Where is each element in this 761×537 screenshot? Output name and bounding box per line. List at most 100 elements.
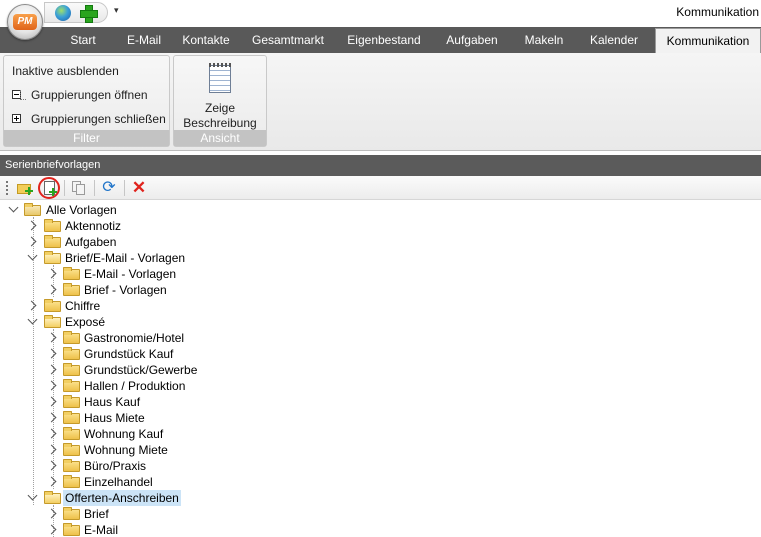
folder-icon <box>63 379 80 392</box>
folder-icon <box>63 411 80 424</box>
toolbar-separator <box>64 180 65 196</box>
window-title: Kommunikation <box>676 5 759 19</box>
tab-contacts[interactable]: Kontakte <box>174 27 238 53</box>
refresh-icon[interactable]: ⟳ <box>100 179 118 197</box>
ribbon-tab-bar: Start E-Mail Kontakte Gesamtmarkt Eigenb… <box>0 27 761 53</box>
show-description-label-line1: Zeige <box>204 101 236 115</box>
tree-toolbar: ⟳ ✕ <box>0 176 761 200</box>
ribbon: Inaktive ausblenden Gruppierungen öffnen… <box>0 53 761 151</box>
template-tree: Alle Vorlagen Aktennotiz Aufgaben Brief/… <box>0 201 761 537</box>
expand-chevron-icon[interactable] <box>8 202 19 213</box>
tree-node-label: Alle Vorlagen <box>46 203 117 217</box>
folder-icon <box>44 299 61 312</box>
customize-quick-access-chevron-icon[interactable]: ▾ <box>114 5 119 16</box>
collapse-chevron-icon[interactable] <box>46 476 57 487</box>
folder-icon <box>63 475 80 488</box>
folder-icon <box>63 443 80 456</box>
show-description-button[interactable]: Zeige Beschreibung <box>174 56 266 130</box>
close-groups-button[interactable]: Gruppierungen schließen <box>31 112 166 126</box>
tree-node-label: Hallen / Produktion <box>84 379 186 393</box>
collapse-chevron-icon[interactable] <box>46 364 57 375</box>
tree-node-label: Brief <box>84 507 109 521</box>
add-folder-button[interactable] <box>16 179 34 197</box>
collapse-chevron-icon[interactable] <box>26 300 37 311</box>
collapse-chevron-icon[interactable] <box>26 220 37 231</box>
collapse-chevron-icon[interactable] <box>46 444 57 455</box>
tab-market[interactable]: Gesamtmarkt <box>240 27 336 53</box>
tree-node-label: Chiffre <box>65 299 101 313</box>
tab-start[interactable]: Start <box>52 27 114 53</box>
folder-icon <box>63 331 80 344</box>
ribbon-group-label: Ansicht <box>174 130 266 146</box>
application-menu-button[interactable]: PM <box>7 4 43 40</box>
expand-chevron-icon[interactable] <box>27 250 38 261</box>
folder-open-icon <box>44 251 61 264</box>
collapse-chevron-icon[interactable] <box>46 508 57 519</box>
folder-icon <box>63 347 80 360</box>
hide-inactive-button[interactable]: Inaktive ausblenden <box>12 64 119 78</box>
folder-icon <box>44 235 61 248</box>
tab-email[interactable]: E-Mail <box>114 27 174 53</box>
collapse-chevron-icon[interactable] <box>46 332 57 343</box>
expand-chevron-icon[interactable] <box>27 314 38 325</box>
app-logo-icon: PM <box>13 14 37 30</box>
collapse-chevron-icon[interactable] <box>46 348 57 359</box>
panel-title: Serienbriefvorlagen <box>0 155 761 176</box>
tab-tasks[interactable]: Aufgaben <box>432 27 512 53</box>
delete-icon[interactable]: ✕ <box>130 179 148 197</box>
folder-open-icon <box>44 491 61 504</box>
folder-icon <box>44 219 61 232</box>
expand-chevron-icon[interactable] <box>27 490 38 501</box>
tree-node-label: Aktennotiz <box>65 219 122 233</box>
collapse-chevron-icon[interactable] <box>46 268 57 279</box>
collapse-all-icon <box>12 114 21 123</box>
collapse-chevron-icon[interactable] <box>46 396 57 407</box>
open-groups-button[interactable]: Gruppierungen öffnen <box>31 88 148 102</box>
tree-connector <box>33 217 34 505</box>
tree-lines-icon <box>20 90 26 100</box>
folder-icon <box>63 507 80 520</box>
folder-icon <box>63 523 80 536</box>
plus-icon <box>49 188 57 196</box>
collapse-chevron-icon[interactable] <box>46 524 57 535</box>
add-icon[interactable] <box>79 4 98 23</box>
notepad-icon <box>209 63 231 93</box>
copy-icon-back <box>76 184 85 195</box>
tree-node-label: Offerten-Anschreiben <box>63 490 181 506</box>
tab-calendar[interactable]: Kalender <box>576 27 652 53</box>
tree-node-label: Büro/Praxis <box>84 459 147 473</box>
tree-node-label: Grundstück/Gewerbe <box>84 363 198 377</box>
collapse-chevron-icon[interactable] <box>46 412 57 423</box>
ribbon-group-label: Filter <box>4 130 169 146</box>
copy-button[interactable] <box>70 179 88 197</box>
collapse-chevron-icon[interactable] <box>46 380 57 391</box>
tree-node-label: Exposé <box>65 315 106 329</box>
tree-node-label: Wohnung Miete <box>84 443 168 457</box>
tab-own-stock[interactable]: Eigenbestand <box>338 27 430 53</box>
tree-node-label: Gastronomie/Hotel <box>84 331 185 345</box>
toolbar-grip[interactable] <box>6 181 8 195</box>
tree-node-label: Haus Miete <box>84 411 145 425</box>
collapse-chevron-icon[interactable] <box>46 460 57 471</box>
folder-open-icon <box>44 315 61 328</box>
collapse-chevron-icon[interactable] <box>46 284 57 295</box>
title-bar: ▾ Kommunikation <box>0 0 761 27</box>
tree-node-label: Brief/E-Mail - Vorlagen <box>65 251 186 265</box>
new-template-button[interactable] <box>38 177 60 199</box>
folder-icon <box>24 203 41 216</box>
plus-icon <box>25 187 33 195</box>
toolbar-separator <box>94 180 95 196</box>
tree-node-label: Grundstück Kauf <box>84 347 174 361</box>
tree-node-label: Aufgaben <box>65 235 117 249</box>
collapse-chevron-icon[interactable] <box>46 428 57 439</box>
ribbon-group-view: Zeige Beschreibung Ansicht <box>173 55 267 147</box>
toolbar-separator <box>124 180 125 196</box>
globe-icon[interactable] <box>55 5 71 21</box>
tab-brokerage[interactable]: Makeln <box>512 27 576 53</box>
tab-communication[interactable]: Kommunikation <box>655 28 761 53</box>
folder-icon <box>63 363 80 376</box>
folder-icon <box>63 427 80 440</box>
tree-node-label: Einzelhandel <box>84 475 153 489</box>
quick-access-toolbar <box>44 2 108 23</box>
collapse-chevron-icon[interactable] <box>26 236 37 247</box>
